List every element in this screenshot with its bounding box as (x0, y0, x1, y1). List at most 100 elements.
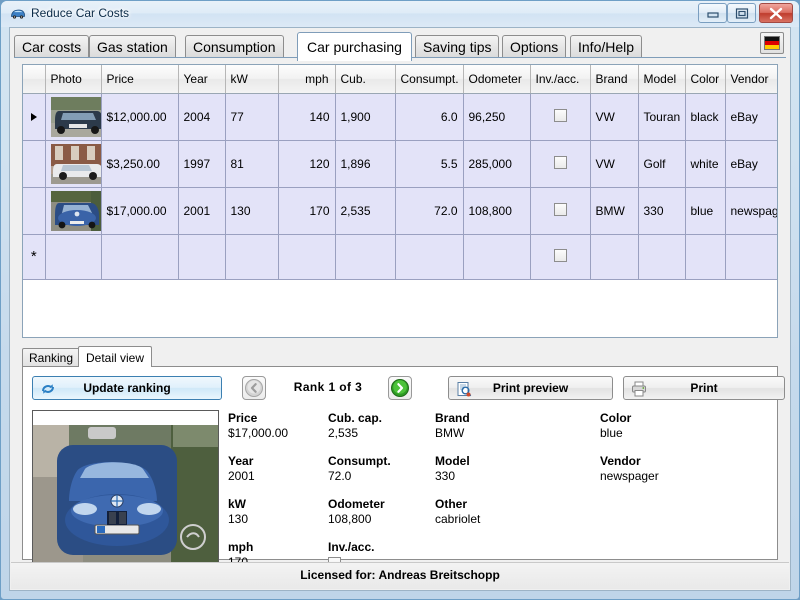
new-cell-color[interactable] (685, 235, 725, 280)
cell-kw[interactable]: 77 (225, 94, 278, 141)
print-button[interactable]: Print (623, 376, 785, 400)
new-cell-mph[interactable] (278, 235, 335, 280)
grid-header-brand[interactable]: Brand (590, 65, 638, 94)
tab-car-costs[interactable]: Car costs (14, 35, 89, 58)
tab-car-purchasing[interactable]: Car purchasing (297, 32, 412, 61)
inventory-accident-checkbox[interactable] (554, 109, 567, 122)
cell-vendor[interactable]: eBay (725, 141, 778, 188)
cell-brand[interactable]: VW (590, 94, 638, 141)
cell-odometer[interactable]: 108,800 (463, 188, 530, 235)
new-cell-kw[interactable] (225, 235, 278, 280)
cell-invacc[interactable] (530, 141, 590, 188)
cell-cub[interactable]: 1,900 (335, 94, 395, 141)
cell-invacc[interactable] (530, 94, 590, 141)
grid-header-consumpt[interactable]: Consumpt. (395, 65, 463, 94)
cell-kw[interactable]: 81 (225, 141, 278, 188)
grid-header-vendor[interactable]: Vendor (725, 65, 778, 94)
inventory-accident-checkbox[interactable] (554, 156, 567, 169)
cell-odometer[interactable]: 96,250 (463, 94, 530, 141)
detail-field: Vendornewspager (600, 454, 659, 484)
new-cell-price[interactable] (101, 235, 178, 280)
cell-price[interactable]: $3,250.00 (101, 141, 178, 188)
new-cell-model[interactable] (638, 235, 685, 280)
row-header[interactable] (23, 94, 45, 141)
grid-header-invacc[interactable]: Inv./acc. (530, 65, 590, 94)
update-ranking-button[interactable]: Update ranking (32, 376, 222, 400)
new-row-header[interactable]: * (23, 235, 45, 280)
detail-tab-detail-view[interactable]: Detail view (78, 346, 152, 367)
print-preview-icon (455, 380, 473, 398)
restore-button[interactable] (727, 3, 756, 23)
new-cell-consumpt[interactable] (395, 235, 463, 280)
cell-kw[interactable]: 130 (225, 188, 278, 235)
table-row[interactable]: $3,250.001997811201,8965.5285,000 VWGolfw… (23, 141, 778, 188)
cell-photo[interactable] (45, 141, 101, 188)
cell-mph[interactable]: 120 (278, 141, 335, 188)
row-header[interactable] (23, 141, 45, 188)
new-cell-year[interactable] (178, 235, 225, 280)
tab-options[interactable]: Options (502, 35, 566, 58)
cell-model[interactable]: Touran (638, 94, 685, 141)
cell-brand[interactable]: BMW (590, 188, 638, 235)
grid-header-model[interactable]: Model (638, 65, 685, 94)
grid-header-color[interactable]: Color (685, 65, 725, 94)
table-row[interactable]: $12,000.002004771401,9006.096,250 VWToura… (23, 94, 778, 141)
cell-brand[interactable]: VW (590, 141, 638, 188)
cell-color[interactable]: white (685, 141, 725, 188)
grid-header-mph[interactable]: mph (278, 65, 335, 94)
inventory-accident-checkbox[interactable] (554, 249, 567, 262)
new-row[interactable]: * (23, 235, 778, 280)
car-purchasing-grid[interactable]: PhotoPriceYearkWmphCub.Consumpt.Odometer… (22, 64, 778, 338)
cell-invacc[interactable] (530, 188, 590, 235)
grid-header-photo[interactable]: Photo (45, 65, 101, 94)
grid-header-kw[interactable]: kW (225, 65, 278, 94)
grid-header-year[interactable]: Year (178, 65, 225, 94)
new-cell-vendor[interactable] (725, 235, 778, 280)
cell-consumpt[interactable]: 72.0 (395, 188, 463, 235)
tab-label: Car costs (22, 39, 81, 55)
grid-header-cub[interactable]: Cub. (335, 65, 395, 94)
cell-vendor[interactable]: eBay (725, 94, 778, 141)
tab-saving-tips[interactable]: Saving tips (415, 35, 499, 58)
detail-field-value: 108,800 (328, 512, 391, 527)
new-cell-cub[interactable] (335, 235, 395, 280)
cell-odometer[interactable]: 285,000 (463, 141, 530, 188)
cell-consumpt[interactable]: 5.5 (395, 141, 463, 188)
cell-photo[interactable] (45, 94, 101, 141)
next-rank-button[interactable] (388, 376, 412, 400)
cell-cub[interactable]: 1,896 (335, 141, 395, 188)
new-cell-brand[interactable] (590, 235, 638, 280)
new-cell-photo[interactable] (45, 235, 101, 280)
grid-header-price[interactable]: Price (101, 65, 178, 94)
cell-price[interactable]: $12,000.00 (101, 94, 178, 141)
cell-vendor[interactable]: newspager (725, 188, 778, 235)
tab-consumption[interactable]: Consumption (185, 35, 284, 58)
cell-price[interactable]: $17,000.00 (101, 188, 178, 235)
cell-year[interactable]: 1997 (178, 141, 225, 188)
table-row[interactable]: $17,000.0020011301702,53572.0108,800 BMW3… (23, 188, 778, 235)
close-button[interactable] (759, 3, 793, 23)
minimize-button[interactable] (698, 3, 727, 23)
cell-color[interactable]: black (685, 94, 725, 141)
cell-photo[interactable] (45, 188, 101, 235)
new-cell-invacc[interactable] (530, 235, 590, 280)
cell-consumpt[interactable]: 6.0 (395, 94, 463, 141)
cell-model[interactable]: 330 (638, 188, 685, 235)
cell-color[interactable]: blue (685, 188, 725, 235)
previous-rank-button[interactable] (242, 376, 266, 400)
detail-tab-ranking[interactable]: Ranking (22, 348, 80, 366)
inventory-accident-checkbox[interactable] (554, 203, 567, 216)
row-header[interactable] (23, 188, 45, 235)
new-cell-odometer[interactable] (463, 235, 530, 280)
cell-year[interactable]: 2004 (178, 94, 225, 141)
cell-mph[interactable]: 140 (278, 94, 335, 141)
cell-model[interactable]: Golf (638, 141, 685, 188)
grid-header-odometer[interactable]: Odometer (463, 65, 530, 94)
cell-mph[interactable]: 170 (278, 188, 335, 235)
tab-gas-station[interactable]: Gas station (89, 35, 176, 58)
cell-cub[interactable]: 2,535 (335, 188, 395, 235)
print-preview-button[interactable]: Print preview (448, 376, 613, 400)
cell-year[interactable]: 2001 (178, 188, 225, 235)
german-flag-button[interactable] (760, 32, 784, 54)
tab-info-help[interactable]: Info/Help (570, 35, 642, 58)
